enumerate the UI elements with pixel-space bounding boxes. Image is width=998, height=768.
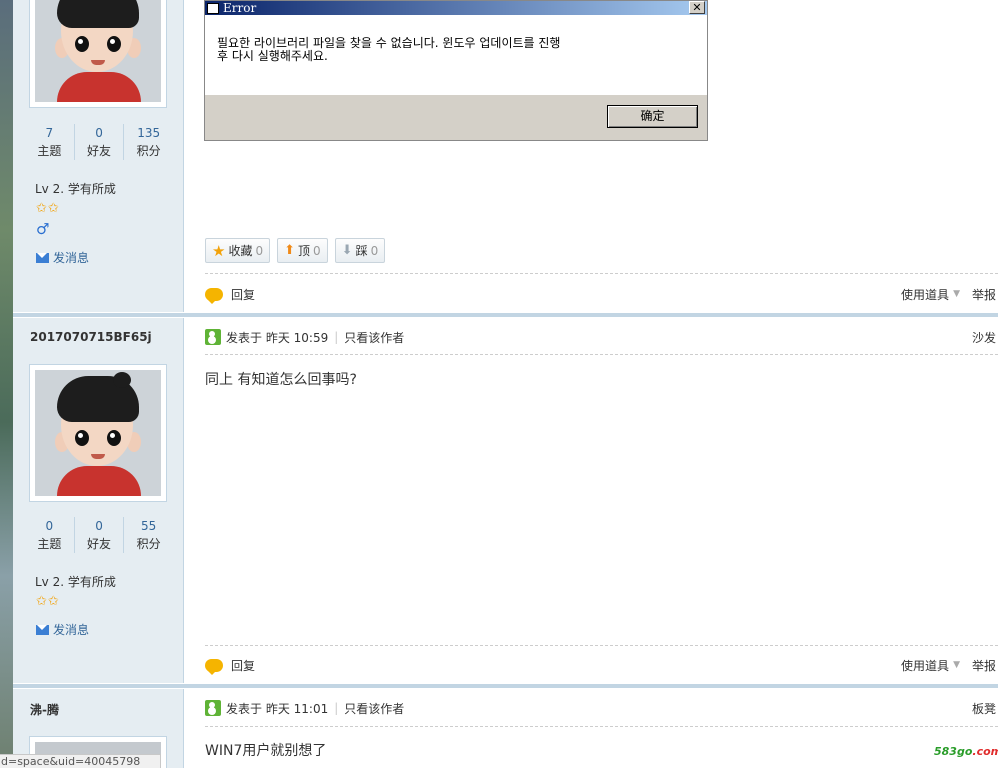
- stat-number: 0: [95, 519, 103, 533]
- mail-icon: [36, 252, 49, 263]
- dialog-message: 필요한 라이브러리 파일을 찾을 수 없습니다. 윈도우 업데이트를 진행 후 …: [205, 15, 707, 95]
- floor-label[interactable]: 板凳: [972, 700, 996, 717]
- post-content: WIN7用户就别想了: [205, 743, 327, 759]
- favorite-count: 0: [255, 243, 264, 258]
- reply-link[interactable]: 回复: [231, 286, 255, 303]
- window-icon: [207, 2, 219, 14]
- post-actions: ★ 收藏 0 ⬆ 顶 0 ⬇ 踩 0: [205, 238, 386, 263]
- chevron-down-icon: ▼: [953, 289, 960, 299]
- use-tools-menu[interactable]: 使用道具: [901, 657, 949, 674]
- divider: [205, 645, 998, 646]
- stat-label: 主题: [37, 144, 62, 158]
- username[interactable]: 沸-腾: [30, 701, 59, 718]
- close-icon[interactable]: ✕: [689, 1, 705, 14]
- divider: |: [334, 701, 339, 715]
- male-icon: ♂: [36, 220, 50, 238]
- user-level[interactable]: Lv 2. 学有所成: [35, 180, 116, 197]
- report-link[interactable]: 举报: [972, 286, 996, 303]
- avatar-image: [35, 370, 161, 496]
- stat-label: 好友: [87, 537, 112, 551]
- downvote-count: 0: [370, 243, 379, 258]
- status-bar-url: d=space&uid=40045798: [0, 754, 161, 768]
- dialog-footer: 确定: [205, 95, 707, 140]
- post-time: 发表于 昨天 11:01: [226, 701, 329, 716]
- dialog-title: Error: [223, 1, 257, 15]
- upvote-label: 顶: [298, 244, 311, 258]
- floor-label[interactable]: 沙发: [972, 329, 996, 346]
- only-author-link[interactable]: 只看该作者: [344, 329, 404, 346]
- user-stats: 0 主题 0 好友 55 积分: [25, 517, 173, 553]
- downvote-label: 踩: [355, 244, 368, 258]
- dialog-titlebar: Error ✕: [205, 1, 707, 15]
- post-content: 同上 有知道怎么回事吗?: [205, 372, 357, 388]
- upvote-button[interactable]: ⬆ 顶 0: [277, 238, 328, 263]
- stat-points[interactable]: 55 积分: [123, 517, 173, 553]
- post-time: 发表于 昨天 10:59: [226, 330, 329, 345]
- background-strip: [0, 0, 13, 768]
- divider: |: [334, 330, 339, 344]
- post-footer: 回复 使用道具 ▼ 举报: [205, 655, 998, 675]
- send-message-label: 发消息: [53, 251, 90, 265]
- reply-icon: [205, 287, 223, 304]
- divider: [205, 354, 998, 355]
- mail-icon: [36, 624, 49, 635]
- stat-friends[interactable]: 0 好友: [73, 124, 124, 160]
- stat-threads[interactable]: 7 主题: [25, 124, 74, 160]
- thumb-down-icon: ⬇: [341, 243, 353, 258]
- post-meta: 发表于 昨天 10:59 | 只看该作者 沙发: [205, 328, 996, 346]
- stat-number: 7: [45, 126, 54, 140]
- use-tools-menu[interactable]: 使用道具: [901, 286, 949, 303]
- report-link[interactable]: 举报: [972, 657, 996, 674]
- online-icon: [205, 700, 221, 716]
- stat-label: 积分: [136, 144, 161, 158]
- username[interactable]: 2017070715BF65j: [30, 330, 152, 344]
- reply-icon: [205, 658, 223, 675]
- favorite-label: 收藏: [228, 244, 253, 258]
- post-separator: [13, 312, 998, 318]
- dialog-message-line: 후 다시 실행해주세요.: [217, 49, 328, 63]
- avatar[interactable]: [29, 364, 167, 502]
- downvote-button[interactable]: ⬇ 踩 0: [334, 238, 386, 263]
- favorite-button[interactable]: ★ 收藏 0: [205, 238, 271, 263]
- post-meta: 发表于 昨天 11:01 | 只看该作者 板凳: [205, 699, 996, 717]
- stat-label: 好友: [87, 144, 112, 158]
- error-dialog: Error ✕ 필요한 라이브러리 파일을 찾을 수 없습니다. 윈도우 업데이…: [204, 0, 708, 141]
- online-icon: [205, 329, 221, 345]
- upvote-count: 0: [313, 243, 321, 258]
- avatar[interactable]: [29, 0, 167, 108]
- divider: [205, 726, 998, 727]
- thumb-up-icon: ⬆: [284, 243, 296, 258]
- stat-friends[interactable]: 0 好友: [73, 517, 124, 553]
- post-footer: 回复 使用道具 ▼ 举报: [205, 284, 998, 304]
- stat-label: 主题: [37, 537, 62, 551]
- stat-number: 0: [45, 519, 54, 533]
- stat-label: 积分: [136, 537, 161, 551]
- level-stars-icon: ✩✩: [36, 594, 60, 609]
- user-level[interactable]: Lv 2. 学有所成: [35, 573, 116, 590]
- send-message-label: 发消息: [53, 623, 90, 637]
- watermark-logo: 583go.com: [934, 745, 998, 758]
- stat-threads[interactable]: 0 主题: [25, 517, 74, 553]
- level-stars-icon: ✩✩: [36, 201, 60, 216]
- send-message-link[interactable]: 发消息: [36, 621, 89, 638]
- ok-button[interactable]: 确定: [607, 105, 698, 128]
- stat-number: 55: [141, 519, 157, 533]
- avatar-image: [35, 0, 161, 102]
- reply-link[interactable]: 回复: [231, 657, 255, 674]
- chevron-down-icon: ▼: [953, 660, 960, 670]
- post-separator: [13, 683, 998, 689]
- only-author-link[interactable]: 只看该作者: [344, 700, 404, 717]
- divider: [205, 273, 998, 274]
- star-icon: ★: [212, 241, 226, 260]
- stat-number: 0: [95, 126, 103, 140]
- user-stats: 7 主题 0 好友 135 积分: [25, 124, 173, 160]
- send-message-link[interactable]: 发消息: [36, 249, 89, 266]
- stat-number: 135: [137, 126, 161, 140]
- stat-points[interactable]: 135 积分: [123, 124, 173, 160]
